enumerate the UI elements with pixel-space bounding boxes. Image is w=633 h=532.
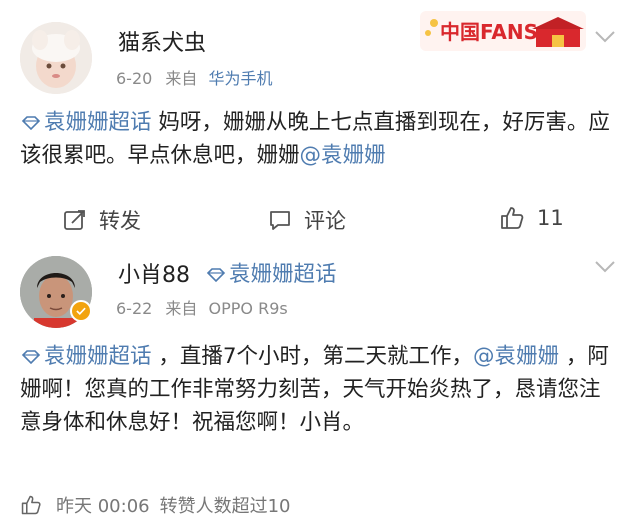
diamond-topic-icon — [206, 268, 226, 282]
verified-badge-icon — [70, 300, 92, 322]
source-link[interactable]: 华为手机 — [209, 69, 273, 88]
source-prefix: 来自 — [165, 69, 198, 88]
avatar-image — [20, 22, 92, 94]
mention-link[interactable]: @袁姗姗 — [300, 143, 386, 168]
repost-icon — [64, 210, 85, 230]
post-time: 昨天 00:06 — [56, 496, 150, 517]
likes-summary: 转赞人数超过10 — [159, 496, 291, 517]
diamond-topic-icon — [21, 116, 41, 130]
username[interactable]: 猫系犬虫 — [118, 25, 206, 57]
repost-button[interactable]: 转发 — [63, 205, 141, 235]
post-date: 6-22 — [116, 299, 153, 318]
topic-tag[interactable]: 袁姗姗超话 — [205, 257, 337, 288]
post-date: 6-20 — [116, 69, 153, 88]
comment-button[interactable]: 评论 — [268, 205, 346, 235]
repost-label: 转发 — [99, 209, 141, 233]
source-prefix: 来自 — [165, 299, 198, 318]
like-button[interactable]: 11 — [499, 205, 564, 231]
mention-link[interactable]: @袁姗姗 — [473, 344, 559, 369]
comment-icon — [270, 211, 290, 230]
china-fans-badge: 中国FANS — [420, 11, 586, 51]
topic-tag-label: 袁姗姗超话 — [229, 262, 337, 287]
source-text: OPPO R9s — [208, 299, 288, 318]
post-footer: 昨天 00:06 转赞人数超过10 — [20, 492, 291, 518]
post-text: 袁姗姗超话 ，直播7个小时，第二天就工作，@袁姗姗 ，阿姗啊！您真的工作非常努力… — [20, 340, 620, 439]
avatar[interactable] — [20, 22, 92, 94]
post-body: ，直播7个小时，第二天就工作， — [151, 344, 474, 369]
like-icon — [501, 207, 524, 229]
diamond-topic-icon — [21, 350, 41, 364]
chevron-down-icon[interactable] — [594, 30, 616, 44]
post-text: 袁姗姗超话 妈呀，姗姗从晚上七点直播到现在，好厉害。应该很累吧。早点休息吧，姗姗… — [20, 106, 620, 172]
post-1: 猫系犬虫 6-20 来自 华为手机 中国FANS 袁姗姗超话 妈呀，姗姗从晚上七… — [0, 0, 633, 262]
like-icon[interactable] — [20, 494, 42, 516]
badge-text: 中国FANS — [440, 20, 538, 44]
post-meta: 6-20 来自 华为手机 — [116, 65, 273, 89]
like-count: 11 — [537, 206, 564, 230]
username[interactable]: 小肖88 — [118, 257, 190, 289]
comment-label: 评论 — [304, 209, 346, 233]
topic-label: 袁姗姗超话 — [44, 110, 152, 135]
topic-label: 袁姗姗超话 — [44, 344, 152, 369]
topic-link[interactable]: 袁姗姗超话 — [20, 344, 152, 369]
post-actions: 转发 评论 11 — [0, 205, 633, 245]
post-meta: 6-22 来自 OPPO R9s — [116, 295, 288, 319]
chevron-down-icon[interactable] — [594, 260, 616, 274]
topic-link[interactable]: 袁姗姗超话 — [20, 110, 152, 135]
